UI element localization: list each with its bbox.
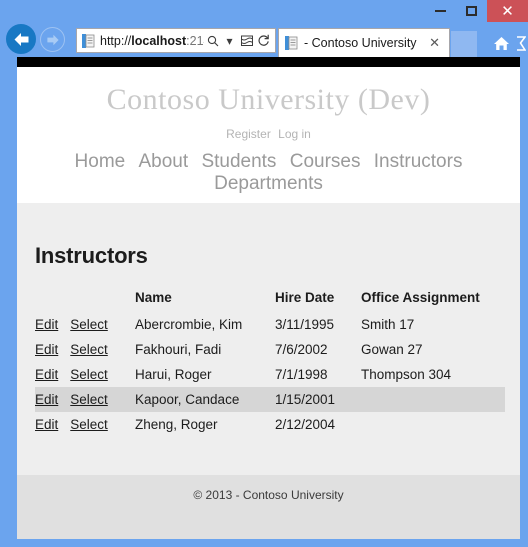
nav-item-instructors[interactable]: Instructors — [374, 151, 463, 172]
cell-name: Abercrombie, Kim — [135, 316, 243, 332]
row-actions: Edit Select — [35, 412, 135, 437]
nav-item-courses[interactable]: Courses — [290, 151, 361, 172]
compatibility-view-icon[interactable] — [238, 35, 255, 47]
site-header: Contoso University (Dev) Register Log in… — [17, 67, 520, 224]
forward-arrow-icon — [46, 34, 59, 45]
cell-office: Smith 17 — [361, 316, 415, 332]
address-scheme: http:// — [100, 33, 132, 48]
close-button[interactable]: ✕ — [487, 0, 528, 22]
page-footer: © 2013 - Contoso University — [17, 474, 520, 539]
edit-link[interactable]: Edit — [35, 342, 58, 357]
table-row[interactable]: Edit Select Fakhouri, Fadi 7/6/2002 Gowan… — [35, 337, 505, 362]
row-actions: Edit Select — [35, 337, 135, 362]
search-icon[interactable] — [204, 35, 221, 47]
home-icon[interactable] — [493, 36, 510, 51]
page-top-black-bar — [17, 57, 520, 67]
cell-name: Harui, Roger — [135, 366, 212, 382]
select-link[interactable]: Select — [70, 392, 108, 407]
footer-copyright: © 2013 - Contoso University — [193, 487, 344, 502]
minimize-button[interactable] — [425, 0, 456, 22]
instructors-table: Name Hire Date Office Assignment Edit Sel… — [35, 287, 505, 437]
register-link[interactable]: Register — [226, 127, 271, 141]
refresh-icon[interactable] — [255, 34, 272, 47]
cell-name: Zheng, Roger — [135, 416, 218, 432]
nav-item-departments[interactable]: Departments — [214, 173, 323, 194]
edit-link[interactable]: Edit — [35, 317, 58, 332]
row-actions: Edit Select — [35, 312, 135, 337]
tab-favicon-page-icon — [283, 36, 300, 50]
cell-office — [361, 412, 505, 437]
browser-tab[interactable]: - Contoso University ✕ — [278, 28, 450, 57]
page-title: Instructors — [35, 242, 148, 268]
edit-link[interactable]: Edit — [35, 392, 58, 407]
page-document-icon — [80, 33, 97, 48]
cell-hire-date: 1/15/2001 — [275, 391, 336, 407]
site-title: Contoso University (Dev) — [106, 83, 431, 116]
tab-title: - Contoso University — [304, 36, 417, 50]
select-link[interactable]: Select — [70, 342, 108, 357]
cell-office: Thompson 304 — [361, 366, 452, 382]
cell-office: Gowan 27 — [361, 341, 423, 357]
browser-toolbar-icons — [493, 30, 526, 56]
main-navigation: Home About Students Courses Instructors … — [17, 151, 520, 203]
cell-hire-date: 7/6/2002 — [275, 341, 328, 357]
table-header-row: Name Hire Date Office Assignment — [35, 287, 505, 312]
column-header-name: Name — [135, 289, 172, 305]
row-actions: Edit Select — [35, 387, 135, 412]
cell-hire-date: 3/11/1995 — [275, 316, 335, 332]
select-link[interactable]: Select — [70, 417, 108, 432]
column-header-office-assignment: Office Assignment — [361, 289, 480, 305]
cell-hire-date: 7/1/1998 — [275, 366, 328, 382]
column-header-hire-date: Hire Date — [275, 289, 335, 305]
close-icon: ✕ — [501, 1, 514, 20]
page-content: Instructors Name Hire Date Office Assign… — [17, 202, 520, 475]
chevron-down-icon[interactable]: ▾ — [221, 34, 238, 48]
table-row-selected[interactable]: Edit Select Kapoor, Candace 1/15/2001 — [35, 386, 505, 412]
maximize-icon — [466, 6, 477, 16]
select-link[interactable]: Select — [70, 367, 108, 382]
title-bar: ✕ — [0, 0, 528, 22]
page-viewport: Contoso University (Dev) Register Log in… — [17, 57, 520, 539]
minimize-icon — [435, 10, 446, 12]
maximize-button[interactable] — [456, 0, 487, 22]
nav-item-students[interactable]: Students — [201, 151, 276, 172]
cell-hire-date: 2/12/2004 — [275, 416, 336, 432]
browser-navigation-bar: http://localhost:214 ▾ — [0, 22, 528, 57]
address-bar[interactable]: http://localhost:214 ▾ — [76, 28, 276, 53]
back-arrow-icon — [14, 32, 28, 46]
cell-name: Fakhouri, Fadi — [135, 341, 222, 357]
tab-strip: - Contoso University ✕ — [278, 28, 528, 57]
cell-office — [361, 387, 505, 412]
row-actions: Edit Select — [35, 362, 135, 387]
browser-window: ✕ http://localhost:21 ▾ - Contoso Univer… — [0, 0, 528, 547]
back-button[interactable] — [6, 24, 36, 54]
column-header-actions — [35, 287, 135, 312]
nav-item-about[interactable]: About — [139, 151, 189, 172]
address-host: localhost — [131, 33, 187, 48]
login-link[interactable]: Log in — [278, 127, 311, 141]
table-row[interactable]: Edit Select Abercrombie, Kim 3/11/1995 Sm… — [35, 312, 505, 337]
select-link[interactable]: Select — [70, 317, 108, 332]
table-row[interactable]: Edit Select Zheng, Roger 2/12/2004 — [35, 412, 505, 437]
address-input[interactable]: http://localhost:214 — [100, 34, 204, 48]
new-tab-button[interactable] — [451, 31, 477, 57]
edit-link[interactable]: Edit — [35, 367, 58, 382]
nav-item-home[interactable]: Home — [75, 151, 126, 172]
edit-link[interactable]: Edit — [35, 417, 58, 432]
forward-button[interactable] — [40, 27, 65, 52]
address-port: :214 — [186, 33, 204, 48]
account-links: Register Log in — [17, 127, 520, 141]
favorites-star-icon[interactable] — [516, 35, 526, 51]
table-body: Edit Select Abercrombie, Kim 3/11/1995 Sm… — [35, 312, 505, 437]
table-row[interactable]: Edit Select Harui, Roger 7/1/1998 Thompso… — [35, 362, 505, 387]
cell-name: Kapoor, Candace — [135, 391, 240, 407]
tab-close-icon[interactable]: ✕ — [424, 35, 445, 51]
